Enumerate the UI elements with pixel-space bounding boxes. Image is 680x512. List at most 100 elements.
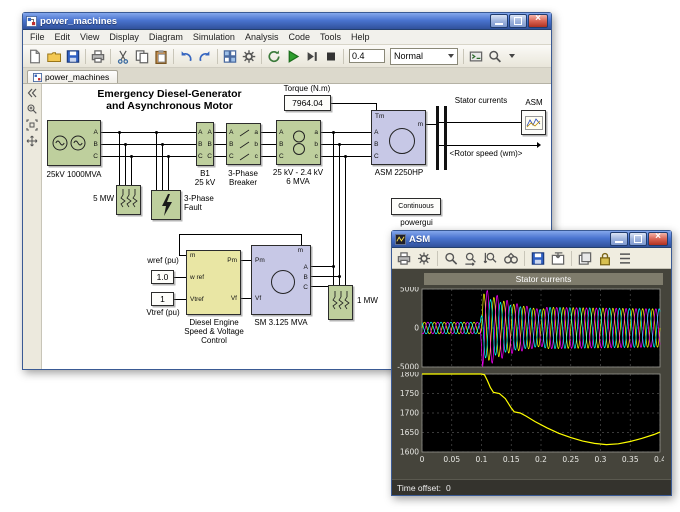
minimize-button[interactable] (490, 14, 508, 28)
print-icon[interactable] (89, 48, 107, 65)
asm-motor-block[interactable]: Tm A B C m (371, 110, 426, 165)
model-titlebar[interactable]: power_machines (23, 13, 551, 30)
zoom-y-icon[interactable] (482, 250, 500, 267)
print-icon[interactable] (395, 250, 413, 267)
toolbar-overflow-icon[interactable] (509, 54, 515, 58)
menu-analysis[interactable]: Analysis (240, 32, 284, 42)
redo-icon[interactable] (196, 48, 214, 65)
junction-dot (332, 131, 335, 134)
find-icon[interactable] (486, 48, 504, 65)
menu-file[interactable]: File (25, 32, 50, 42)
stop-icon[interactable] (322, 48, 340, 65)
zoom-icon[interactable] (442, 250, 460, 267)
cut-icon[interactable] (114, 48, 132, 65)
wref-constant-block[interactable]: 1.0 (151, 270, 174, 284)
junction-dot (161, 143, 164, 146)
step-forward-icon[interactable] (303, 48, 321, 65)
parameters-icon[interactable] (415, 250, 433, 267)
bus-ports-right: A B C (207, 129, 212, 160)
signal-selection-icon[interactable] (616, 250, 634, 267)
close-button[interactable] (528, 13, 548, 28)
fit-view-icon[interactable] (26, 119, 38, 131)
undo-icon[interactable] (177, 48, 195, 65)
wire (156, 132, 157, 190)
scope-display: Stator currents 5000 0 -5000 1800 1750 1700 1… (392, 269, 671, 479)
menu-view[interactable]: View (75, 32, 104, 42)
load-5mw-block[interactable] (116, 185, 141, 215)
sync-machine-block[interactable]: Pm Vf m A B C (251, 245, 311, 315)
bus-selector-block[interactable] (436, 106, 439, 170)
zoom-in-icon[interactable] (26, 103, 38, 115)
svg-text:0.1: 0.1 (476, 455, 488, 464)
wire (214, 132, 226, 133)
sm-ports-out: A B C (303, 264, 308, 291)
open-model-icon[interactable] (45, 48, 63, 65)
wire (345, 156, 346, 285)
svg-text:1600: 1600 (400, 448, 419, 457)
stator-currents-plot: 5000 0 -5000 (397, 287, 661, 369)
governor-label: Diesel Engine Speed & Voltage Control (184, 318, 244, 346)
load-1mw-block[interactable] (328, 285, 353, 320)
source-block[interactable]: A B C (47, 120, 101, 166)
mux-block[interactable] (444, 106, 447, 170)
floating-scope-icon[interactable] (576, 250, 594, 267)
menu-display[interactable]: Display (104, 32, 144, 42)
breaker-block[interactable]: A B C a b c (226, 123, 261, 165)
bus-b1-block[interactable]: A B C A B C (196, 122, 214, 166)
pan-icon[interactable] (26, 135, 38, 147)
asm-port-m: m (417, 121, 423, 128)
menu-diagram[interactable]: Diagram (144, 32, 188, 42)
library-browser-icon[interactable] (221, 48, 239, 65)
lock-axes-icon[interactable] (596, 250, 614, 267)
governor-port-vtref: Vtref (190, 296, 204, 303)
wire (261, 144, 276, 145)
time-offset-label: Time offset: (397, 482, 441, 493)
lightning-icon (162, 194, 172, 216)
scope-screen-icon (525, 116, 543, 130)
torque-display-block[interactable]: 7964.04 (284, 95, 331, 111)
vtref-value: 1 (160, 294, 165, 304)
hide-browser-icon[interactable] (26, 87, 38, 99)
scope-block[interactable] (521, 110, 546, 135)
wref-label: wref (pu) (147, 256, 179, 265)
scope-maximize-button[interactable] (629, 232, 647, 246)
vtref-constant-block[interactable]: 1 (151, 292, 174, 306)
toolbar-separator (85, 48, 86, 64)
scope-titlebar[interactable]: ASM (392, 231, 671, 248)
toolbar-separator (173, 48, 174, 64)
sim-mode-select[interactable]: Normal (390, 47, 458, 65)
signal-arrow (537, 142, 541, 148)
paste-icon[interactable] (152, 48, 170, 65)
zoom-x-icon[interactable] (462, 250, 480, 267)
update-diagram-icon[interactable] (265, 48, 283, 65)
fault-block[interactable] (151, 190, 181, 220)
wire (125, 144, 126, 185)
model-settings-icon[interactable] (240, 48, 258, 65)
menu-simulation[interactable]: Simulation (188, 32, 240, 42)
save-model-icon[interactable] (64, 48, 82, 65)
wire (101, 132, 196, 133)
menu-code[interactable]: Code (283, 32, 315, 42)
scope-minimize-button[interactable] (610, 232, 628, 246)
restore-axes-icon[interactable] (549, 250, 567, 267)
wire (311, 266, 333, 267)
menu-tools[interactable]: Tools (315, 32, 346, 42)
copy-icon[interactable] (133, 48, 151, 65)
save-axes-icon[interactable] (529, 250, 547, 267)
menu-help[interactable]: Help (346, 32, 375, 42)
build-icon[interactable] (467, 48, 485, 65)
svg-text:0.2: 0.2 (535, 455, 547, 464)
svg-text:0: 0 (414, 324, 419, 333)
maximize-button[interactable] (509, 14, 527, 28)
menu-edit[interactable]: Edit (50, 32, 76, 42)
governor-block[interactable]: m w ref Vtref Pm Vf (186, 250, 241, 315)
tab-power-machines[interactable]: power_machines (27, 70, 119, 83)
autoscale-icon[interactable] (502, 250, 520, 267)
powergui-block[interactable]: Continuous (391, 198, 441, 215)
transformer-block[interactable]: A B C a b c (276, 120, 321, 165)
scope-close-button[interactable] (648, 231, 668, 246)
wire (179, 234, 301, 235)
stop-time-input[interactable] (349, 49, 385, 63)
run-icon[interactable] (284, 48, 302, 65)
new-model-icon[interactable] (26, 48, 44, 65)
